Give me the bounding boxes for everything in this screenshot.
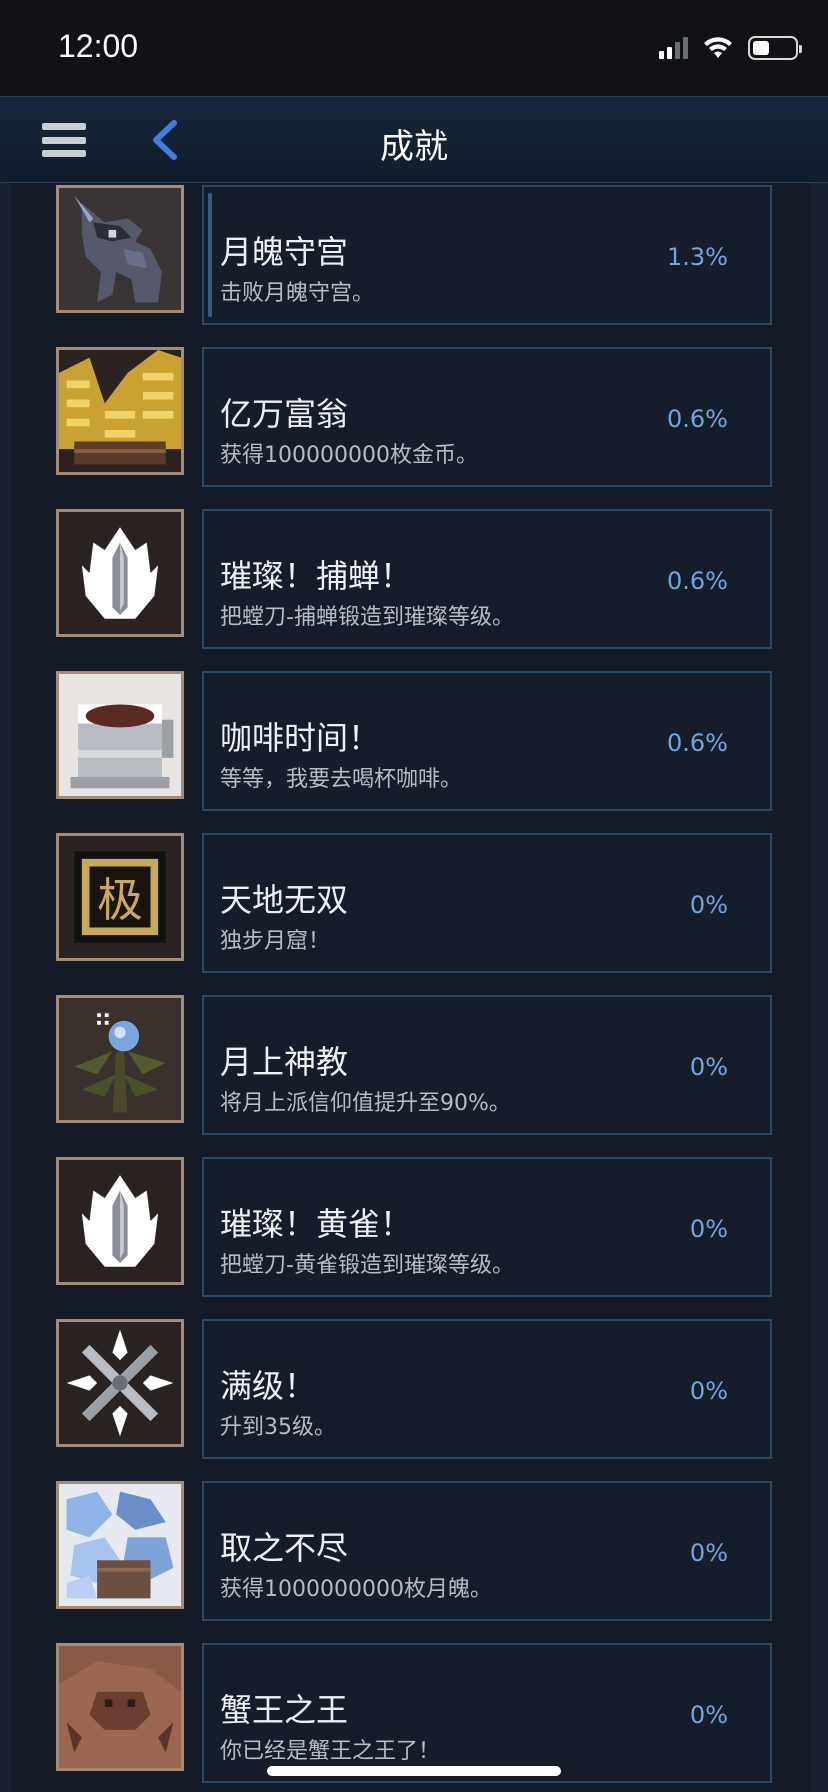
coffee-cup-icon [56, 671, 184, 799]
achievement-percentage: 0% [689, 891, 728, 919]
achievement-card[interactable]: 咖啡时间！ 等等，我要去喝杯咖啡。 0.6% [202, 671, 772, 811]
wifi-icon [702, 36, 734, 60]
achievement-card[interactable]: 取之不尽 获得1000000000枚月魄。 0% [202, 1481, 772, 1621]
achievement-percentage: 0.6% [667, 729, 728, 757]
progress-accent [208, 193, 212, 317]
achievement-card[interactable]: 月上神教 将月上派信仰值提升至90%。 0% [202, 995, 772, 1135]
achievement-percentage: 0.6% [667, 405, 728, 433]
achievement-row[interactable]: 取之不尽 获得1000000000枚月魄。 0% [56, 1481, 772, 1621]
achievement-title: 蟹王之王 [220, 1691, 349, 1729]
crossed-swords-icon [56, 1319, 184, 1447]
ji-plaque-icon: 极 [56, 833, 184, 961]
blade-flame-icon [56, 509, 184, 637]
crystal-pile-icon [56, 1481, 184, 1609]
faith-plant-icon [56, 995, 184, 1123]
achievement-title: 璀璨！黄雀！ [220, 1205, 413, 1243]
status-bar: 12:00 [0, 0, 828, 96]
achievement-card[interactable]: 亿万富翁 获得100000000枚金币。 0.6% [202, 347, 772, 487]
plaque-character: 极 [97, 874, 143, 927]
achievement-description: 等等，我要去喝杯咖啡。 [220, 767, 463, 792]
achievement-title: 取之不尽 [220, 1529, 349, 1567]
achievement-card[interactable]: 璀璨！捕蝉！ 把螳刀-捕蝉锻造到璀璨等级。 0.6% [202, 509, 772, 649]
page-title: 成就 [380, 127, 448, 167]
achievement-description: 获得100000000枚金币。 [220, 443, 478, 468]
achievement-title: 咖啡时间！ [220, 719, 381, 757]
achievement-row[interactable]: 月魄守宫 击败月魄守宫。 1.3% [56, 185, 772, 325]
achievement-description: 将月上派信仰值提升至90%。 [220, 1091, 511, 1116]
achievement-title: 璀璨！捕蝉！ [220, 557, 413, 595]
achievement-card[interactable]: 满级！ 升到35级。 0% [202, 1319, 772, 1459]
achievement-description: 升到35级。 [220, 1415, 336, 1440]
achievement-row[interactable]: 璀璨！黄雀！ 把螳刀-黄雀锻造到璀璨等级。 0% [56, 1157, 772, 1297]
achievement-description: 击败月魄守宫。 [220, 281, 375, 306]
achievement-description: 获得1000000000枚月魄。 [220, 1577, 492, 1602]
achievement-percentage: 0% [689, 1215, 728, 1243]
achievement-title: 天地无双 [220, 881, 349, 919]
achievement-row[interactable]: 蟹王之王 你已经是蟹王之王了！ 0% [56, 1643, 772, 1783]
achievement-title: 月魄守宫 [220, 233, 349, 271]
achievement-row[interactable]: 月上神教 将月上派信仰值提升至90%。 0% [56, 995, 772, 1135]
achievement-percentage: 0.6% [667, 567, 728, 595]
achievement-list[interactable]: 月魄守宫 击败月魄守宫。 1.3% 亿万富翁 获得100000000枚金币。 0… [0, 183, 828, 1792]
achievement-title: 月上神教 [220, 1043, 349, 1081]
achievement-description: 你已经是蟹王之王了！ [220, 1739, 441, 1764]
achievement-row[interactable]: 璀璨！捕蝉！ 把螳刀-捕蝉锻造到璀璨等级。 0.6% [56, 509, 772, 649]
gold-coins-icon [56, 347, 184, 475]
achievement-description: 独步月窟！ [220, 929, 331, 954]
nav-bar: 成就 [0, 96, 828, 183]
achievement-card[interactable]: 蟹王之王 你已经是蟹王之王了！ 0% [202, 1643, 772, 1783]
achievement-percentage: 0% [689, 1053, 728, 1081]
achievement-title: 满级！ [220, 1367, 317, 1405]
achievement-description: 把螳刀-黄雀锻造到璀璨等级。 [220, 1253, 514, 1278]
home-indicator[interactable] [267, 1766, 561, 1776]
moon-gecko-icon [56, 185, 184, 313]
blade-flame-icon [56, 1157, 184, 1285]
achievement-row[interactable]: 满级！ 升到35级。 0% [56, 1319, 772, 1459]
crab-king-icon [56, 1643, 184, 1771]
achievement-percentage: 0% [689, 1701, 728, 1729]
cellular-signal-icon [659, 37, 688, 59]
achievement-row[interactable]: 咖啡时间！ 等等，我要去喝杯咖啡。 0.6% [56, 671, 772, 811]
achievement-row[interactable]: 亿万富翁 获得100000000枚金币。 0.6% [56, 347, 772, 487]
achievement-card[interactable]: 天地无双 独步月窟！ 0% [202, 833, 772, 973]
achievement-description: 把螳刀-捕蝉锻造到璀璨等级。 [220, 605, 514, 630]
achievement-card[interactable]: 月魄守宫 击败月魄守宫。 1.3% [202, 185, 772, 325]
achievement-percentage: 0% [689, 1539, 728, 1567]
status-time: 12:00 [58, 28, 139, 64]
achievement-card[interactable]: 璀璨！黄雀！ 把螳刀-黄雀锻造到璀璨等级。 0% [202, 1157, 772, 1297]
battery-icon [748, 36, 802, 60]
achievement-row[interactable]: 极 天地无双 独步月窟！ 0% [56, 833, 772, 973]
achievement-title: 亿万富翁 [220, 395, 349, 433]
achievement-percentage: 0% [689, 1377, 728, 1405]
status-icons [659, 36, 802, 60]
achievement-percentage: 1.3% [667, 243, 728, 271]
